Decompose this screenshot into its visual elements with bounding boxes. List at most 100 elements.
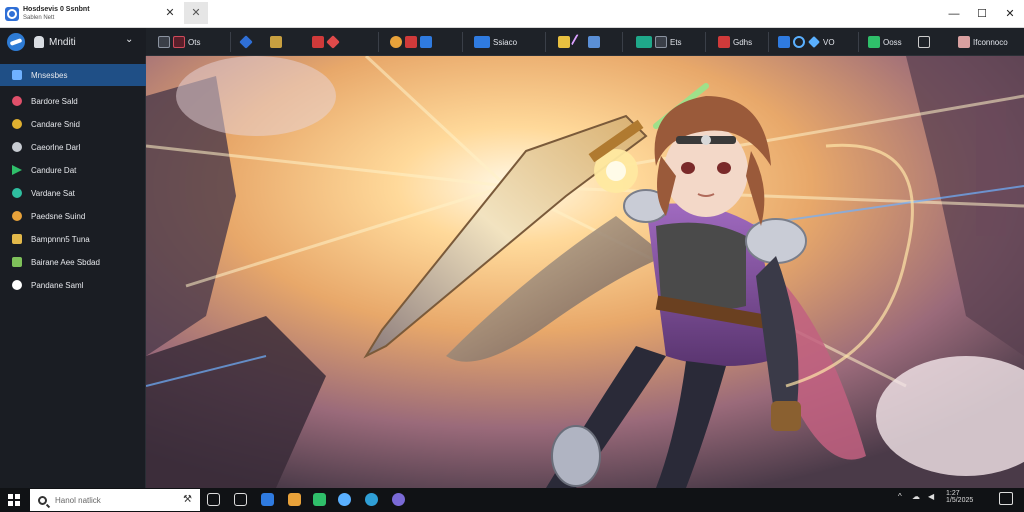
image-preview xyxy=(146,56,1024,488)
clock[interactable]: 1:27 1/5/2025 xyxy=(946,490,973,504)
sidebar-item-icon xyxy=(12,280,22,290)
search-icon xyxy=(38,495,47,505)
sidebar-item-icon xyxy=(12,96,22,106)
sheet-icon xyxy=(636,36,652,48)
toolbar-divider xyxy=(705,32,706,52)
microphone-icon[interactable]: ⚒ xyxy=(183,494,192,505)
workspace-switcher[interactable]: Mnditi ⌄ xyxy=(0,28,146,56)
start-button[interactable] xyxy=(8,494,20,506)
sidebar-item-5[interactable]: Vardane Sat xyxy=(0,182,146,204)
app-icon[interactable] xyxy=(261,493,274,506)
monitor-icon xyxy=(918,36,930,48)
sidebar-item-label: Bampnnn5 Tuna xyxy=(31,234,90,244)
grid-icon xyxy=(158,36,170,48)
tool-label: VO xyxy=(823,37,835,47)
tool-group-9[interactable]: VO xyxy=(778,34,835,50)
toolbar-divider xyxy=(858,32,859,52)
app-logo-icon xyxy=(5,6,19,21)
toolbar-divider xyxy=(462,32,463,52)
workspace-logo-icon xyxy=(7,33,25,51)
calendar-icon xyxy=(718,36,730,48)
coin-icon xyxy=(390,36,402,48)
window-title: Hosdsevis 0 Ssnbnt Sablen Nett xyxy=(23,6,90,22)
photo-icon xyxy=(405,36,417,48)
sidebar-item-label: Bairane Aee Sbdad xyxy=(31,257,100,267)
sidebar-item-1[interactable]: Bardore Sald xyxy=(0,90,146,112)
tool-label: Ifconnoco xyxy=(973,37,1008,47)
chat-icon xyxy=(868,36,880,48)
tool-group-2[interactable] xyxy=(239,34,282,50)
sidebar-item-label: Pandane Saml xyxy=(31,280,84,290)
edge-icon[interactable] xyxy=(365,493,378,506)
tab-close-button[interactable]: ✕ xyxy=(184,2,208,24)
window-title-line1: Hosdsevis 0 Ssnbnt xyxy=(23,5,90,13)
close-window-button[interactable]: ✕ xyxy=(994,0,1024,28)
table-icon xyxy=(655,36,667,48)
toolbar-divider xyxy=(768,32,769,52)
tool-group-12[interactable]: Ifconnoco xyxy=(958,34,1008,50)
refresh-icon xyxy=(420,36,432,48)
move-icon xyxy=(255,36,267,48)
app-icon[interactable] xyxy=(392,493,405,506)
avatar xyxy=(958,36,970,48)
sidebar-item-label: Mnsesbes xyxy=(31,70,68,80)
store-icon[interactable] xyxy=(313,493,326,506)
taskbar-search-input[interactable]: Hanol natlick xyxy=(30,489,200,511)
toolbar-divider xyxy=(230,32,231,52)
pin-icon[interactable]: ✕ xyxy=(163,6,177,20)
sidebar-item-0[interactable]: Mnsesbes xyxy=(0,64,146,86)
task-view-icon[interactable] xyxy=(207,493,220,506)
clock-time: 1:27 xyxy=(946,490,960,497)
network-icon[interactable]: ☁ xyxy=(912,492,920,501)
tool-group-1[interactable]: Ots xyxy=(158,34,200,50)
title-bar: Hosdsevis 0 Ssnbnt Sablen Nett xyxy=(0,0,1024,28)
notification-icon[interactable] xyxy=(999,492,1013,505)
bookmark-icon xyxy=(270,36,282,48)
toolbar-divider xyxy=(378,32,379,52)
sidebar-item-7[interactable]: Bampnnn5 Tuna xyxy=(0,228,146,250)
tool-label: Ooss xyxy=(883,37,902,47)
play-icon xyxy=(12,165,22,175)
pen-icon xyxy=(570,33,588,51)
tool-group-8[interactable]: Gdhs xyxy=(718,34,752,50)
hero-illustration xyxy=(146,56,1024,488)
sidebar-item-icon xyxy=(12,119,22,129)
sidebar-item-3[interactable]: Caeorlne Darl xyxy=(0,136,146,158)
sidebar-item-icon xyxy=(12,234,22,244)
browser-icon[interactable] xyxy=(338,493,351,506)
sidebar-item-2[interactable]: Candare Snid xyxy=(0,113,146,135)
sidebar-item-icon xyxy=(12,257,22,267)
sidebar: Mnsesbes Bardore Sald Candare Snid Caeor… xyxy=(0,56,146,488)
tool-group-6[interactable] xyxy=(558,33,600,51)
chevron-down-icon[interactable]: ⌄ xyxy=(125,34,133,45)
sidebar-item-6[interactable]: Paedsne Suind xyxy=(0,205,146,227)
tool-group-5[interactable]: Ssiaco xyxy=(474,34,517,50)
note-icon xyxy=(558,36,570,48)
folder-icon[interactable] xyxy=(288,493,301,506)
sidebar-item-8[interactable]: Bairane Aee Sbdad xyxy=(0,251,146,273)
gem-icon xyxy=(326,35,340,49)
sidebar-item-label: Bardore Sald xyxy=(31,96,78,106)
tool-group-11[interactable] xyxy=(918,34,930,50)
chevron-up-icon[interactable]: ^ xyxy=(898,492,902,501)
sidebar-item-label: Caeorlne Darl xyxy=(31,142,81,152)
app-window: Hosdsevis 0 Ssnbnt Sablen Nett ✕ ✕ — ☐ ✕… xyxy=(0,0,1024,512)
toolbar-divider xyxy=(545,32,546,52)
sidebar-item-label: Vardane Sat xyxy=(31,188,75,198)
sidebar-item-9[interactable]: Pandane Saml xyxy=(0,274,146,296)
volume-icon[interactable]: ◀ xyxy=(928,492,934,501)
tool-group-4[interactable] xyxy=(390,34,432,50)
screen-icon xyxy=(474,36,490,48)
window-icon[interactable] xyxy=(234,493,247,506)
cloud-icon xyxy=(793,36,805,48)
workspace-name: Mnditi xyxy=(49,36,76,48)
tool-group-3[interactable] xyxy=(312,34,340,50)
tool-label: Ots xyxy=(188,37,201,47)
search-placeholder: Hanol natlick xyxy=(55,495,101,505)
diamond-icon xyxy=(239,35,253,49)
tool-group-7[interactable]: Ets xyxy=(636,34,682,50)
sidebar-item-4[interactable]: Candure Dat xyxy=(0,159,146,181)
clock-date: 1/5/2025 xyxy=(946,497,974,504)
sidebar-item-icon xyxy=(12,188,22,198)
tool-group-10[interactable]: Ooss xyxy=(868,34,902,50)
